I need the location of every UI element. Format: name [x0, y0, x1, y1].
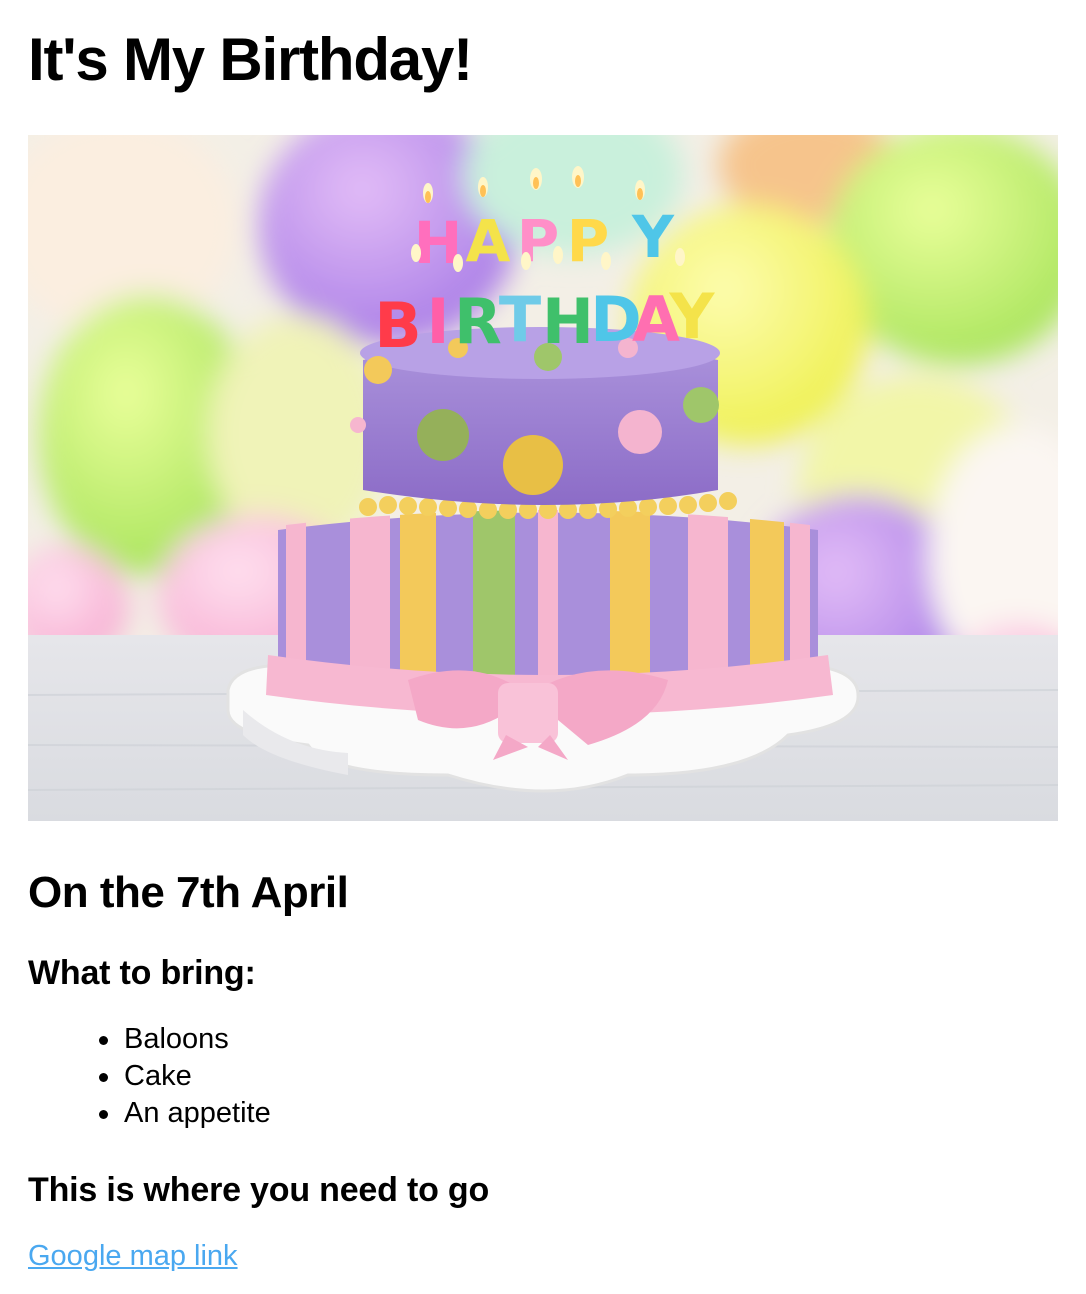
candle-letter: R	[454, 285, 502, 358]
google-map-link[interactable]: Google map link	[28, 1238, 238, 1274]
candle-letter: Y	[669, 280, 716, 353]
list-item: Cake	[99, 1058, 1058, 1095]
candle-letter: I	[426, 285, 449, 358]
candle-letter: A	[466, 207, 511, 275]
candle-letter: T	[499, 283, 541, 356]
date-heading: On the 7th April	[28, 868, 349, 917]
list-item: Baloons	[99, 1021, 1058, 1058]
birthday-cake-image: B I R T H D A Y H A P P Y	[28, 135, 1058, 821]
where-heading: This is where you need to go	[28, 1171, 490, 1209]
page: It's My Birthday! B I R T H D A Y H A P …	[0, 0, 1086, 1274]
candle-letter: B	[374, 289, 421, 362]
bring-list: Baloons Cake An appetite	[28, 1021, 1058, 1132]
candle-letter: H	[542, 285, 594, 358]
page-title: It's My Birthday!	[28, 26, 473, 93]
list-item: An appetite	[99, 1095, 1058, 1132]
candle-letter: Y	[631, 203, 675, 271]
what-to-bring-heading: What to bring:	[28, 954, 256, 992]
